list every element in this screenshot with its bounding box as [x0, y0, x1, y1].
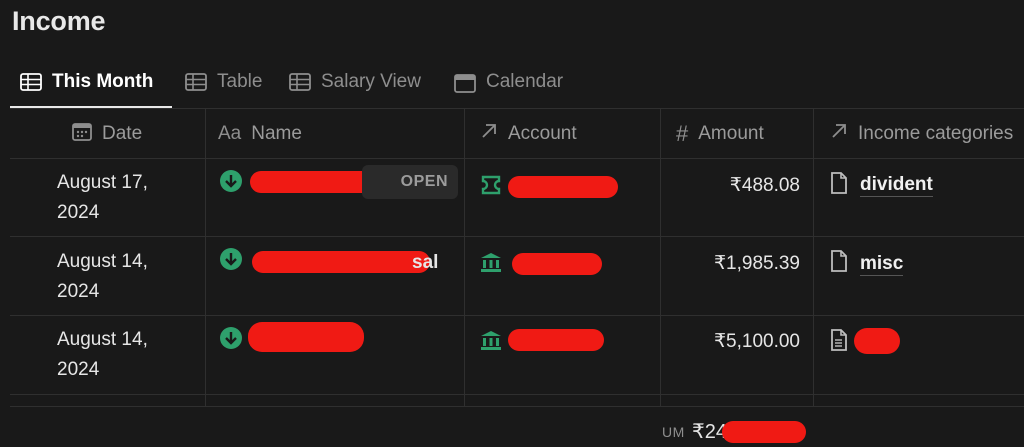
column-header-account[interactable]: Account — [480, 110, 577, 158]
column-header-label: Amount — [698, 123, 764, 144]
category-link[interactable]: divident — [860, 174, 933, 197]
summary-label[interactable]: UM — [662, 424, 685, 440]
calendar-icon — [72, 122, 92, 147]
redacted-account — [512, 253, 602, 275]
amount-cell[interactable]: ₹1,985.39 — [660, 252, 800, 275]
column-header-name[interactable]: Aa Name — [218, 110, 302, 158]
table-icon — [20, 73, 42, 91]
tab-salary-view[interactable]: Salary View — [289, 60, 421, 104]
date-line: August 17, — [57, 172, 148, 193]
tab-table[interactable]: Table — [185, 60, 262, 104]
column-header-label: Name — [251, 123, 302, 144]
open-label: OPEN — [400, 173, 448, 190]
date-line: 2024 — [57, 359, 100, 380]
wallet-icon — [480, 174, 502, 196]
column-header-amount[interactable]: # Amount — [676, 110, 764, 158]
divider — [10, 406, 1024, 407]
column-header-label: Account — [508, 123, 577, 144]
date-cell[interactable]: August 14, 2024 — [57, 325, 197, 385]
open-button[interactable]: OPEN — [362, 165, 458, 199]
date-line: August 14, — [57, 329, 148, 350]
divider — [10, 394, 1024, 395]
column-header-label: Income categories — [858, 123, 1014, 144]
column-header-date[interactable]: Date — [72, 110, 142, 158]
divider — [10, 236, 1024, 237]
tab-calendar[interactable]: Calendar — [454, 60, 563, 104]
date-line: 2024 — [57, 281, 100, 302]
tab-label: This Month — [52, 71, 154, 92]
income-arrow-icon — [220, 170, 242, 192]
date-line: 2024 — [57, 202, 100, 223]
text-type-icon: Aa — [218, 123, 242, 144]
relation-arrow-icon — [480, 122, 498, 146]
divider — [10, 158, 1024, 159]
tab-label: Salary View — [321, 71, 421, 92]
table-icon — [185, 73, 207, 91]
redacted-account — [508, 176, 618, 198]
column-header-income-categories[interactable]: Income categories — [830, 110, 1013, 158]
tab-label: Calendar — [486, 71, 564, 92]
relation-arrow-icon — [830, 122, 848, 146]
income-arrow-icon — [220, 327, 242, 349]
amount-cell[interactable]: ₹488.08 — [660, 174, 800, 197]
redacted-account — [508, 329, 604, 351]
redacted-category — [854, 328, 900, 354]
redacted-name — [252, 251, 430, 273]
income-arrow-icon — [220, 248, 242, 270]
bank-icon — [480, 329, 502, 351]
amount-cell[interactable]: ₹5,100.00 — [660, 330, 800, 353]
page-icon — [830, 250, 848, 272]
tab-label: Table — [217, 71, 263, 92]
divider — [10, 315, 1024, 316]
date-cell[interactable]: August 14, 2024 — [57, 247, 197, 307]
column-header-label: Date — [102, 123, 143, 144]
date-line: August 14, — [57, 251, 148, 272]
page-icon — [830, 172, 848, 194]
page-title: Income — [12, 6, 106, 36]
tab-this-month[interactable]: This Month — [20, 60, 153, 104]
divider — [10, 108, 1024, 109]
date-cell[interactable]: August 17, 2024 — [57, 168, 197, 228]
number-type-icon: # — [676, 121, 689, 146]
column-divider — [813, 108, 814, 406]
column-divider — [205, 108, 206, 406]
name-text[interactable]: sal — [412, 252, 438, 274]
redacted-name — [248, 322, 364, 352]
category-link[interactable]: misc — [860, 253, 904, 276]
bank-icon — [480, 251, 502, 273]
column-divider — [464, 108, 465, 406]
table-icon — [289, 73, 311, 91]
redacted-summary — [722, 421, 806, 443]
calendar-icon — [454, 73, 476, 93]
page-icon — [830, 329, 848, 351]
